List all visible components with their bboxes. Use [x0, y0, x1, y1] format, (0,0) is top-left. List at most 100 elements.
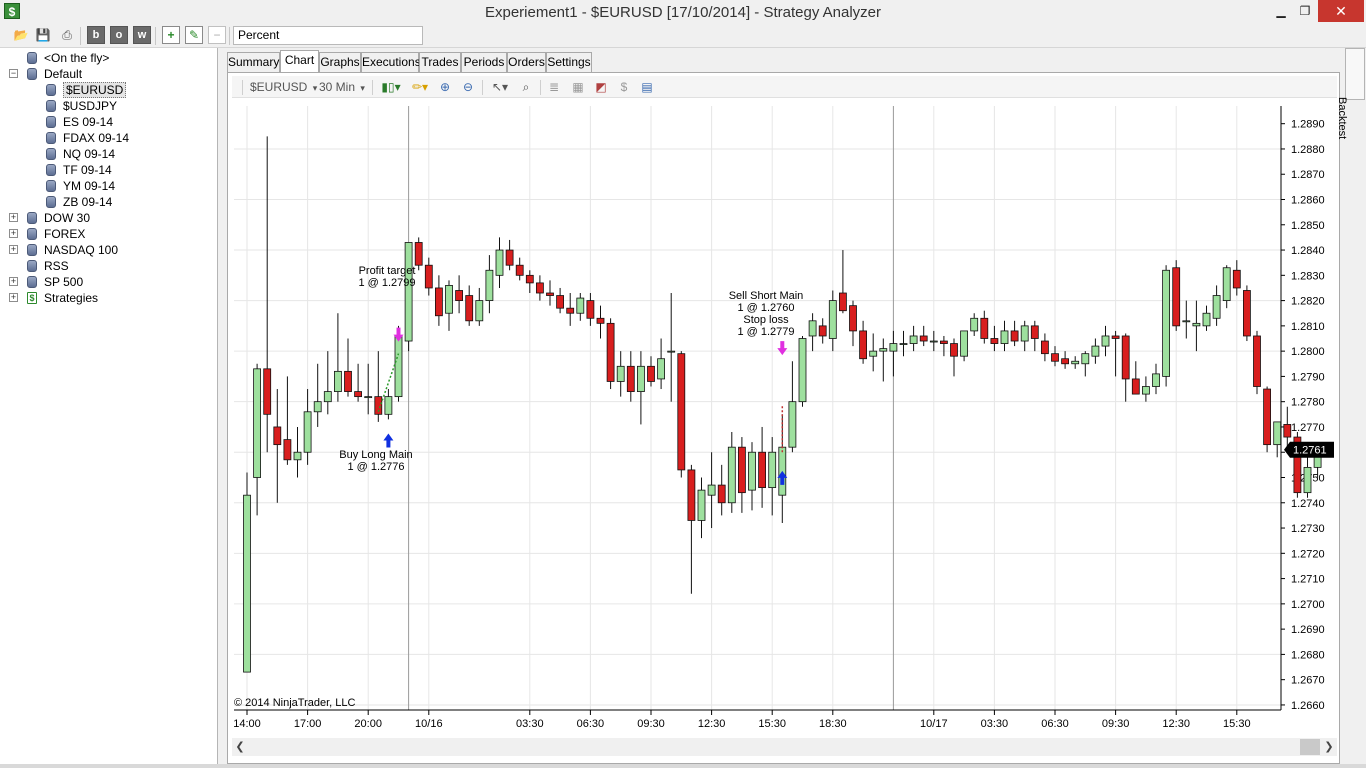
w-icon[interactable]: w	[133, 26, 151, 44]
candle[interactable]	[465, 295, 474, 322]
candle[interactable]	[1081, 353, 1090, 365]
candle[interactable]	[293, 451, 302, 461]
backtest-side-tab[interactable]: Backtest	[1336, 48, 1365, 139]
candle[interactable]	[334, 370, 342, 392]
cursor-icon[interactable]: ↖▾	[488, 79, 512, 95]
save-icon[interactable]: 💾	[34, 26, 52, 44]
candle[interactable]	[1121, 335, 1130, 380]
candle[interactable]	[1101, 335, 1110, 347]
candle[interactable]	[1182, 320, 1191, 323]
candle[interactable]	[1263, 388, 1271, 446]
candle[interactable]	[980, 317, 989, 339]
tree-item-sp-500[interactable]: + SP 500	[0, 274, 218, 290]
tab-orders[interactable]: Orders	[507, 52, 546, 72]
candle[interactable]	[818, 325, 827, 337]
add-icon[interactable]: +	[162, 26, 180, 44]
candle[interactable]	[1061, 358, 1069, 365]
bar-style-icon[interactable]: ▮▯▾	[378, 79, 404, 95]
scroll-thumb[interactable]	[1300, 739, 1320, 755]
candle[interactable]	[828, 300, 837, 339]
candle[interactable]	[515, 264, 524, 276]
tab-summary[interactable]: Summary	[227, 52, 280, 72]
candle[interactable]	[1142, 386, 1150, 395]
tab-trades[interactable]: Trades	[419, 52, 461, 72]
candle[interactable]	[697, 489, 706, 521]
edit-icon[interactable]: ✎	[185, 26, 203, 44]
candle[interactable]	[849, 305, 857, 332]
candle[interactable]	[919, 335, 928, 342]
tree-item-es-09-14[interactable]: ES 09-14	[0, 114, 218, 130]
candle[interactable]	[596, 317, 605, 324]
candle[interactable]	[364, 396, 373, 399]
tree-item-dow-30[interactable]: + DOW 30	[0, 210, 218, 226]
scroll-right-icon[interactable]: ❯	[1323, 740, 1335, 753]
title-bar[interactable]: $ Experiement1 - $EURUSD [17/10/2014] - …	[0, 0, 1366, 24]
tree-item-fdax-09-14[interactable]: FDAX 09-14	[0, 130, 218, 146]
candle[interactable]	[303, 411, 312, 453]
candle[interactable]	[1030, 325, 1039, 339]
candle[interactable]	[485, 269, 494, 301]
window-icon[interactable]: ▤	[639, 79, 655, 95]
horizontal-scrollbar[interactable]: ❮ ❯	[232, 738, 1337, 756]
candle[interactable]	[313, 401, 322, 413]
tree-item-zb-09-14[interactable]: ZB 09-14	[0, 194, 218, 210]
candle[interactable]	[434, 287, 443, 317]
candle[interactable]	[455, 290, 464, 301]
candle[interactable]	[889, 343, 898, 352]
tab-periods[interactable]: Periods	[461, 52, 507, 72]
candle[interactable]	[1020, 325, 1029, 342]
tree-item-nasdaq-100[interactable]: + NASDAQ 100	[0, 242, 218, 258]
candle[interactable]	[1273, 421, 1282, 446]
candle[interactable]	[1303, 466, 1312, 494]
expand-icon[interactable]: +	[9, 245, 18, 254]
candle[interactable]	[960, 330, 968, 357]
candle[interactable]	[1162, 269, 1170, 377]
candle[interactable]	[788, 401, 797, 448]
zoom-out-icon[interactable]: ⊖	[460, 79, 476, 95]
candle[interactable]	[616, 365, 625, 382]
candle[interactable]	[1232, 269, 1241, 289]
candle[interactable]	[1212, 295, 1221, 319]
candle[interactable]	[808, 320, 817, 337]
candle[interactable]	[677, 353, 686, 471]
tree-item-ym-09-14[interactable]: YM 09-14	[0, 178, 218, 194]
candle[interactable]	[1202, 312, 1211, 327]
candle[interactable]	[253, 368, 262, 478]
candle[interactable]	[1192, 322, 1201, 327]
expand-icon[interactable]: +	[9, 229, 18, 238]
candle[interactable]	[283, 439, 292, 461]
candle[interactable]	[263, 368, 272, 415]
candle[interactable]	[1051, 353, 1059, 362]
candle[interactable]	[647, 365, 655, 382]
tab-graphs[interactable]: Graphs	[319, 52, 361, 72]
close-button[interactable]: ✕	[1318, 0, 1364, 22]
candle[interactable]	[546, 292, 554, 296]
candle[interactable]	[1253, 335, 1261, 387]
candle[interactable]	[243, 494, 251, 673]
tab-settings[interactable]: Settings	[546, 52, 592, 72]
b-icon[interactable]: b	[87, 26, 105, 44]
scroll-left-icon[interactable]: ❮	[234, 740, 246, 753]
candle[interactable]	[737, 446, 746, 494]
data-box-icon[interactable]: ▦	[570, 79, 586, 95]
candle[interactable]	[707, 484, 716, 496]
candle[interactable]	[606, 322, 615, 382]
remove-icon[interactable]: −	[208, 26, 226, 44]
candle[interactable]	[1243, 290, 1251, 337]
candle[interactable]	[1111, 335, 1120, 339]
candle[interactable]	[404, 242, 413, 342]
candle[interactable]	[687, 469, 696, 521]
splitter[interactable]	[219, 48, 225, 768]
candle[interactable]	[950, 343, 958, 357]
candle[interactable]	[859, 330, 867, 360]
expand-icon[interactable]: +	[9, 213, 18, 222]
candle[interactable]	[727, 446, 736, 504]
expand-icon[interactable]: +	[9, 277, 18, 286]
candle[interactable]	[990, 338, 999, 344]
chart-trader-icon[interactable]: ◩	[593, 79, 609, 95]
candle[interactable]	[717, 484, 726, 504]
zoom-in-icon[interactable]: ⊕	[437, 79, 453, 95]
candle[interactable]	[384, 396, 393, 415]
tree-item-usdjpy[interactable]: $USDJPY	[0, 98, 218, 114]
tree-item-default[interactable]: − Default	[0, 66, 218, 82]
